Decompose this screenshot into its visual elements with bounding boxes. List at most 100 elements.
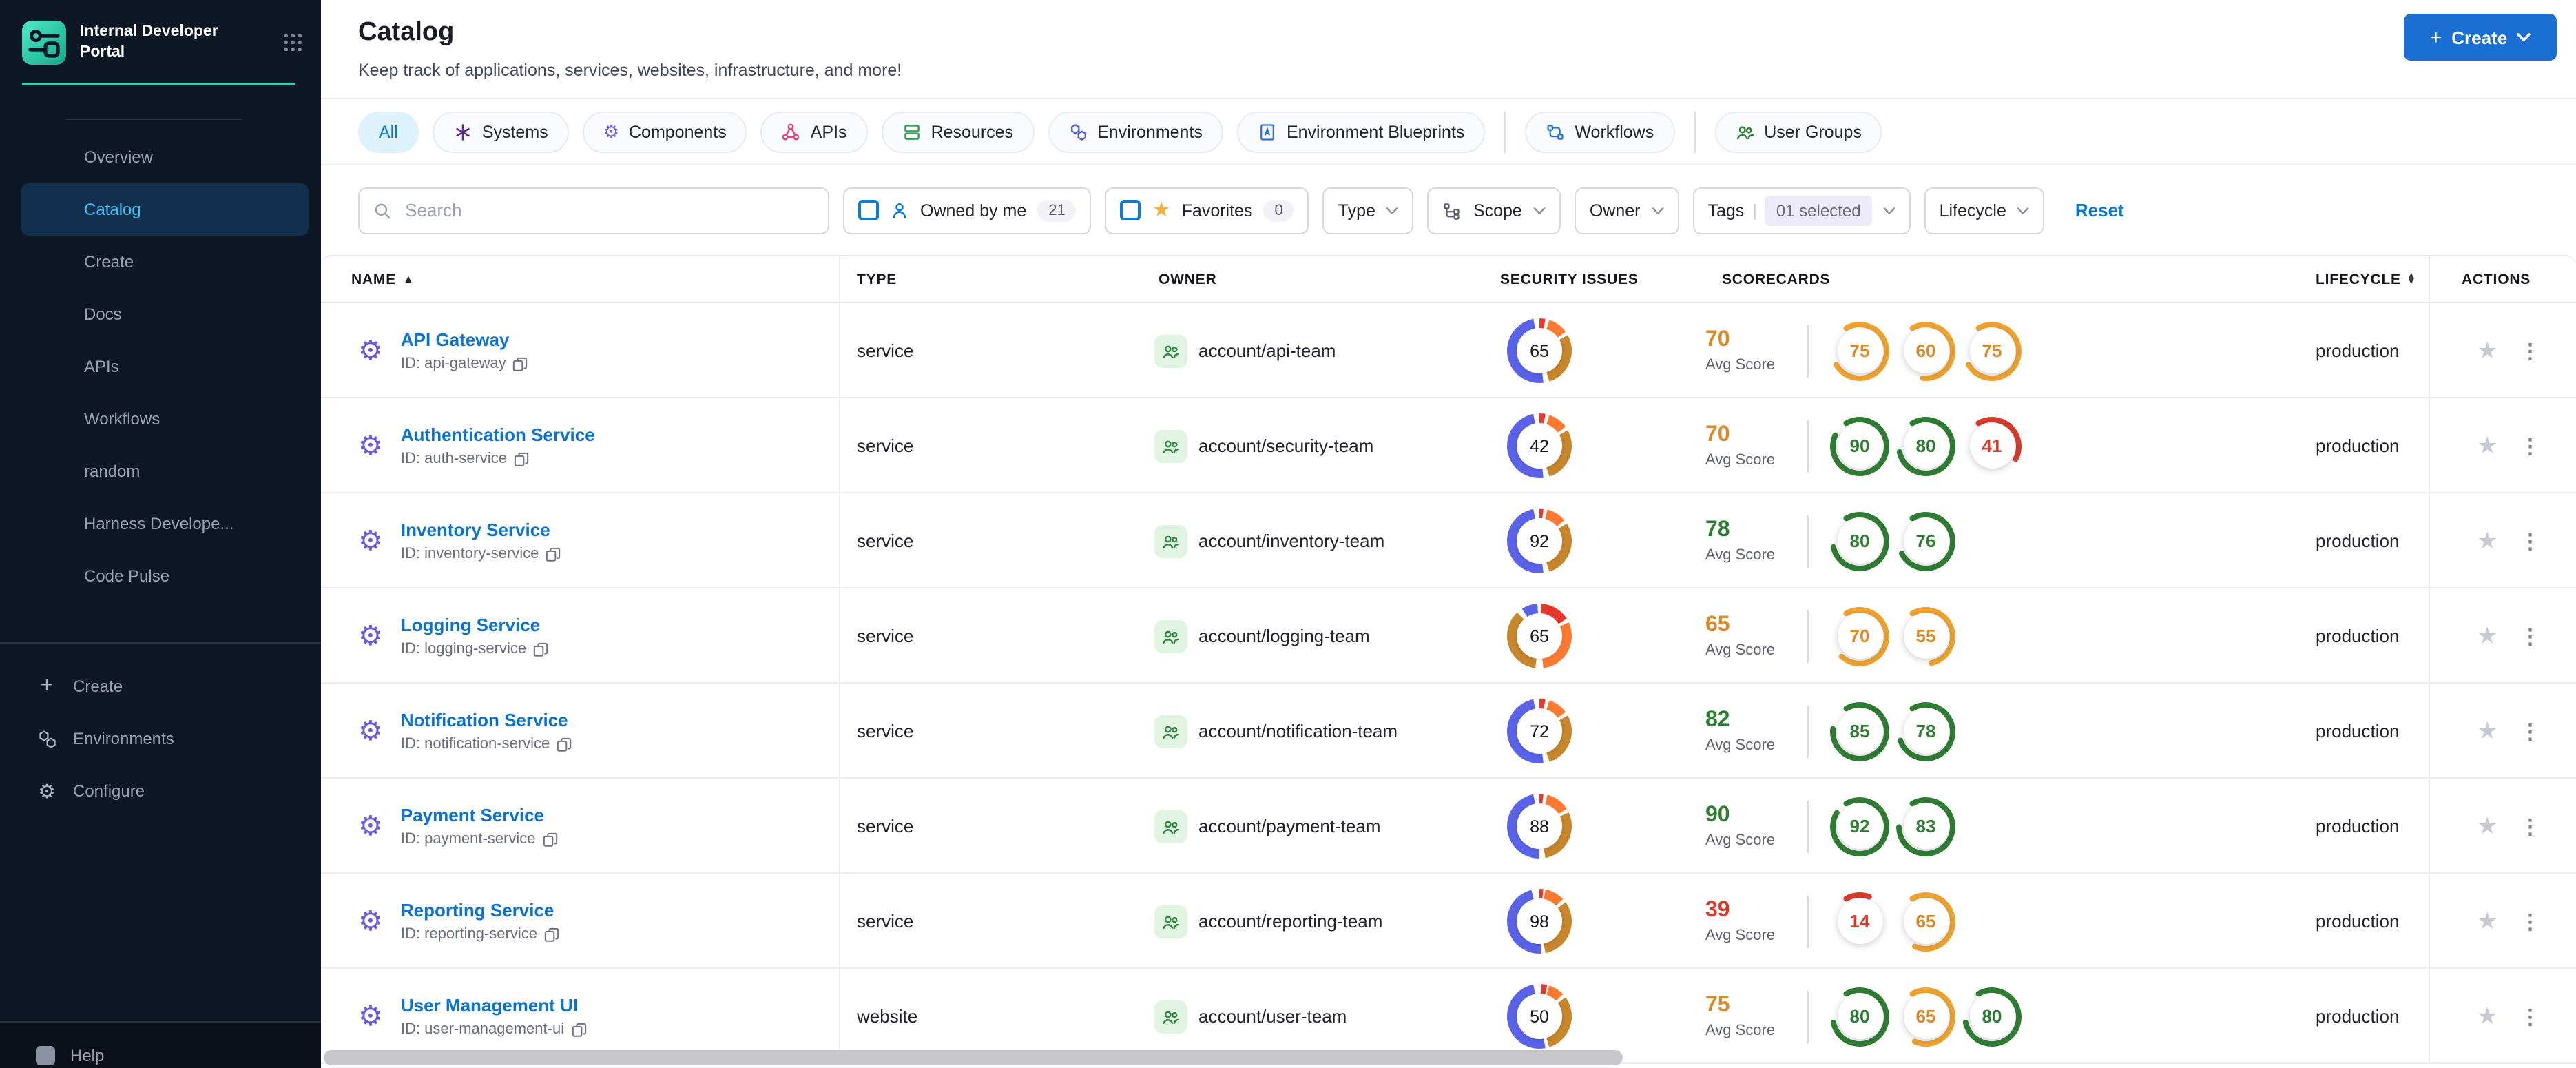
scorecard-rings: 90 80 41 [1828,414,2024,477]
favorites-checkbox[interactable] [1120,200,1141,220]
team-chip [1154,334,1187,367]
tags-dropdown[interactable]: Tags | 01 selected [1692,187,1911,234]
column-header-name[interactable]: NAME ▲ [321,256,840,303]
security-issues-value: 65 [1517,613,1562,659]
sidebar-item-catalog[interactable]: Catalog [21,183,309,236]
entity-name-link[interactable]: API Gateway [401,329,528,350]
lifecycle-dropdown[interactable]: Lifecycle [1924,187,2045,234]
scorecard-value: 83 [1903,803,1949,849]
tab-user-groups[interactable]: User Groups [1714,111,1882,152]
scorecard-rings: 80 76 [1828,509,1957,573]
table-row: ⚙ Logging Service ID: logging-service se… [321,588,2576,684]
sidebar-item-docs[interactable]: Docs [21,288,309,340]
tab-systems[interactable]: Systems [432,111,569,152]
horizontal-scrollbar[interactable] [324,1050,1623,1065]
sidebar-item-help[interactable]: Help [0,1023,321,1065]
owner-name: account/user-team [1198,1006,1347,1027]
tab-resources[interactable]: Resources [881,111,1035,152]
more-actions-icon[interactable]: ⋮ [2520,909,2541,934]
favorite-star-icon[interactable]: ★ [2477,434,2498,458]
scorecard-ring: 41 [1960,414,2024,477]
favorite-star-icon[interactable]: ★ [2477,1005,2498,1028]
scorecard-ring: 14 [1828,890,1891,953]
favorite-star-icon[interactable]: ★ [2477,719,2498,743]
column-header-lifecycle[interactable]: LIFECYCLE ▲ ▼ [2287,256,2429,303]
sidebar-item-harness-develope-[interactable]: Harness Develope... [21,497,309,550]
scorecard-value: 65 [1903,994,1949,1039]
tab-environments[interactable]: Environments [1048,111,1223,152]
create-button[interactable]: + Create [2404,14,2557,61]
entity-name-link[interactable]: Inventory Service [401,520,561,540]
favorite-star-icon[interactable]: ★ [2477,814,2498,838]
security-issues-value: 92 [1517,518,1562,564]
entity-name-link[interactable]: User Management UI [401,995,586,1016]
copy-icon[interactable] [546,546,561,562]
sidebar-item-workflows[interactable]: Workflows [21,393,309,445]
favorites-filter[interactable]: ★ Favorites 0 [1105,187,1309,234]
entity-name-link[interactable]: Reporting Service [401,900,559,921]
owned-by-me-checkbox[interactable] [858,200,879,220]
tab-components[interactable]: ⚙ Components [582,111,747,152]
sidebar-footer: Help [0,1021,321,1068]
more-actions-icon[interactable]: ⋮ [2520,624,2541,648]
sidebar-item-environments[interactable]: Environments [0,712,321,765]
sidebar-item-create[interactable]: Create [21,236,309,288]
tab-all[interactable]: All [358,111,419,152]
security-issues-value: 72 [1517,708,1562,754]
copy-icon[interactable] [513,356,528,371]
lifecycle-value: production [2316,340,2400,361]
search-input[interactable] [402,198,814,222]
team-chip [1154,905,1187,938]
reset-filters-link[interactable]: Reset [2075,200,2124,220]
entity-id: ID: payment-service [400,831,536,848]
entity-name-link[interactable]: Notification Service [401,710,572,730]
copy-icon[interactable] [544,927,559,942]
scope-dropdown[interactable]: Scope [1427,187,1561,234]
owner-dropdown[interactable]: Owner [1574,187,1679,234]
avg-score-value: 78 [1705,518,1730,542]
sidebar-item-overview[interactable]: Overview [21,131,309,183]
entity-name-link[interactable]: Authentication Service [401,424,595,445]
copy-icon[interactable] [514,451,529,466]
more-actions-icon[interactable]: ⋮ [2520,338,2541,363]
copy-icon[interactable] [543,832,558,847]
team-chip [1154,715,1187,748]
more-actions-icon[interactable]: ⋮ [2520,528,2541,553]
more-actions-icon[interactable]: ⋮ [2520,814,2541,839]
favorite-star-icon[interactable]: ★ [2477,529,2498,553]
favorite-star-icon[interactable]: ★ [2477,339,2498,362]
column-header-actions: ACTIONS [2429,256,2576,303]
security-issues-value: 88 [1517,803,1562,849]
entity-name-link[interactable]: Logging Service [401,615,548,635]
entity-type: service [857,435,914,456]
tab-workflows[interactable]: Workflows [1525,111,1675,152]
more-actions-icon[interactable]: ⋮ [2520,433,2541,458]
sidebar-item-create[interactable]: + Create [0,660,321,712]
copy-icon[interactable] [557,737,572,752]
copy-icon[interactable] [533,641,548,657]
scorecard-value: 14 [1837,898,1882,944]
entity-id: ID: auth-service [400,451,507,467]
sidebar-item-configure[interactable]: ⚙ Configure [0,765,321,817]
copy-icon[interactable] [571,1022,586,1037]
tab-apis[interactable]: APIs [760,111,868,152]
tab-environment-blueprints[interactable]: Environment Blueprints [1236,111,1486,152]
entity-name-link[interactable]: Payment Service [401,805,558,825]
avg-score-label: Avg Score [1705,452,1776,469]
app-grid-icon[interactable] [284,34,302,52]
scorecard-ring: 70 [1828,604,1891,668]
favorite-star-icon[interactable]: ★ [2477,624,2498,648]
type-dropdown[interactable]: Type [1322,187,1414,234]
favorite-star-icon[interactable]: ★ [2477,910,2498,933]
sort-ascending-icon: ▲ [403,273,415,285]
scorecard-ring: 65 [1894,890,1957,953]
more-actions-icon[interactable]: ⋮ [2520,719,2541,743]
systems-icon [453,122,472,141]
search-box[interactable] [358,187,829,234]
sidebar-item-apis[interactable]: APIs [21,340,309,393]
sidebar-item-code-pulse[interactable]: Code Pulse [21,550,309,602]
sidebar-item-random[interactable]: random [21,445,309,497]
owned-by-me-filter[interactable]: Owned by me 21 [843,187,1092,234]
more-actions-icon[interactable]: ⋮ [2520,1004,2541,1029]
scorecard-ring: 80 [1828,509,1891,573]
